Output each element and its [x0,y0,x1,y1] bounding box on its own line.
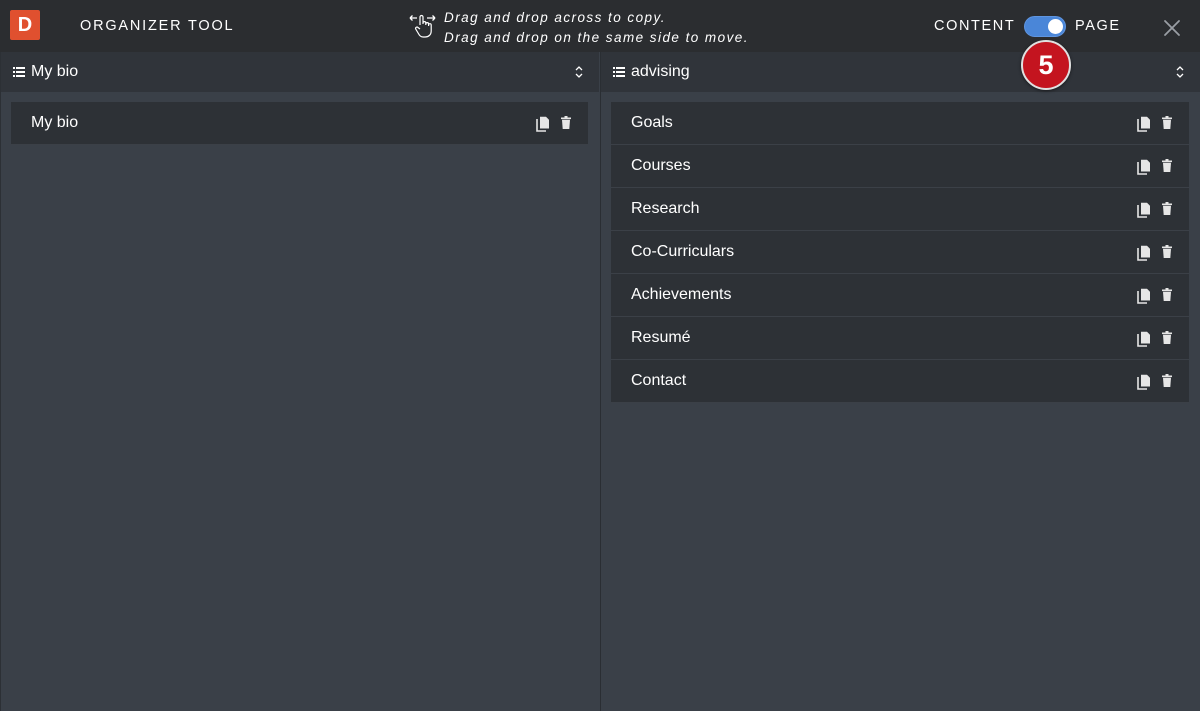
trash-icon[interactable] [561,116,571,129]
copy-icon[interactable] [1137,331,1151,347]
drag-hint-move: Drag and drop on the same side to move. [444,30,749,45]
mode-toggle[interactable] [1024,16,1066,37]
close-icon[interactable] [1162,18,1182,38]
list-item[interactable]: Achievements [611,274,1189,317]
list-item[interactable]: Courses [611,145,1189,188]
list-item-label: Contact [631,372,687,389]
list-icon [613,67,625,77]
left-panel-selector[interactable]: My bio [1,52,599,92]
list-item-label: Goals [631,114,673,131]
app-logo: D [10,10,40,40]
drag-hint-copy: Drag and drop across to copy. [444,10,666,25]
list-item[interactable]: Goals [611,102,1189,145]
trash-icon[interactable] [1162,374,1172,387]
list-item-label: Achievements [631,286,732,303]
trash-icon[interactable] [1162,202,1172,215]
left-panel-title: My bio [31,63,79,80]
mode-label-page[interactable]: PAGE [1075,18,1121,34]
list-item-label: My bio [31,114,79,131]
copy-icon[interactable] [536,116,550,132]
list-item[interactable]: My bio [11,102,588,145]
list-item[interactable]: Contact [611,360,1189,403]
trash-icon[interactable] [1162,116,1172,129]
list-item[interactable]: Co-Curriculars [611,231,1189,274]
copy-icon[interactable] [1137,116,1151,132]
mode-label-content[interactable]: CONTENT [934,18,1015,34]
list-item[interactable]: Research [611,188,1189,231]
right-item-list: Goals Courses Research Co-Curriculars Ac… [611,102,1189,403]
trash-icon[interactable] [1162,288,1172,301]
copy-icon[interactable] [1137,288,1151,304]
copy-icon[interactable] [1137,202,1151,218]
step-badge: 5 [1021,40,1071,90]
drag-hand-icon [409,14,436,38]
list-item-label: Resumé [631,329,691,346]
right-panel: advising Goals Courses Research Co-Curri… [600,52,1200,711]
list-item[interactable]: Resumé [611,317,1189,360]
trash-icon[interactable] [1162,245,1172,258]
trash-icon[interactable] [1162,331,1172,344]
copy-icon[interactable] [1137,245,1151,261]
toggle-knob [1048,19,1063,34]
sort-icon [575,66,583,78]
right-panel-title: advising [631,63,690,80]
top-bar: D ORGANIZER TOOL Drag and drop across to… [0,0,1200,52]
left-panel: My bio My bio [0,52,599,711]
drag-hint: Drag and drop across to copy. Drag and d… [444,8,749,48]
app-title: ORGANIZER TOOL [80,18,235,34]
right-panel-selector[interactable]: advising [601,52,1200,92]
copy-icon[interactable] [1137,374,1151,390]
list-item-label: Co-Curriculars [631,243,735,260]
left-item-list: My bio [11,102,588,145]
list-item-label: Research [631,200,700,217]
trash-icon[interactable] [1162,159,1172,172]
copy-icon[interactable] [1137,159,1151,175]
list-icon [13,67,25,77]
sort-icon [1176,66,1184,78]
list-item-label: Courses [631,157,691,174]
